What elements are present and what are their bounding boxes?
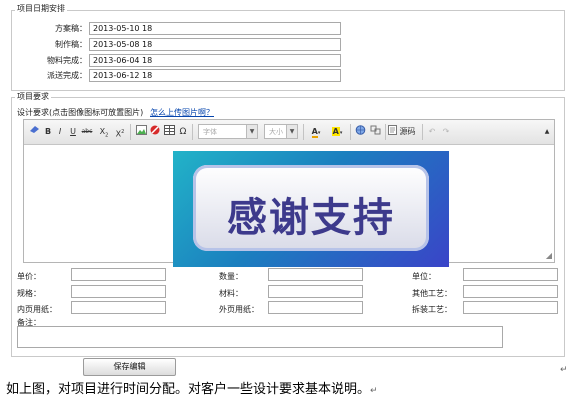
design-requirement-label: 设计要求(点击图像图标可放置图片) — [17, 108, 144, 117]
source-label: 源码 — [399, 127, 416, 136]
special-char-icon[interactable]: Ω — [177, 125, 189, 139]
underline-button[interactable]: U — [68, 125, 78, 139]
unit-label: 单位： — [412, 272, 436, 281]
toolbar-divider — [303, 124, 304, 140]
editor-toolbar: B I U abc X2 X2 Ω 字体 ▼ 大小 ▼ A▾ A▾ 源码 ↶ ↷… — [24, 120, 554, 145]
description-caption: 如上图，对项目进行时间分配。对客户一些设计要求基本说明。↵ — [6, 378, 378, 397]
toolbar-divider — [192, 124, 193, 140]
upload-help-link[interactable]: 怎么上传图片啊？ — [150, 107, 214, 118]
table-icon[interactable] — [163, 125, 175, 139]
paragraph-mark-icon: ↵ — [560, 365, 568, 375]
save-edit-button[interactable]: 保存编辑 — [83, 358, 176, 376]
link-icon[interactable] — [354, 125, 366, 139]
redo-icon[interactable]: ↷ — [440, 125, 452, 139]
banner-panel: 感谢支持 — [193, 165, 429, 251]
spec-input[interactable] — [71, 285, 166, 298]
other-process-input[interactable] — [463, 285, 558, 298]
font-family-value: 字体 — [203, 128, 217, 136]
outer-paper-label: 外页用纸： — [219, 305, 259, 314]
caption-text: 如上图，对项目进行时间分配。对客户一些设计要求基本说明。 — [6, 382, 371, 397]
requirements-legend: 项目要求 — [15, 91, 51, 102]
delivery-done-date-input[interactable] — [89, 69, 341, 82]
image-icon[interactable] — [135, 125, 147, 139]
draft-label: 制作稿： — [55, 40, 87, 49]
undo-icon[interactable]: ↶ — [426, 125, 438, 139]
quantity-input[interactable] — [268, 268, 363, 281]
unlink-icon[interactable] — [369, 125, 381, 139]
material-input[interactable] — [268, 285, 363, 298]
other-process-label: 其他工艺： — [412, 289, 452, 298]
font-family-select[interactable]: 字体 ▼ — [198, 124, 258, 139]
thanks-banner-image: 感谢支持 — [173, 151, 449, 267]
chevron-down-icon: ▼ — [286, 125, 297, 138]
unit-price-label: 单价： — [17, 272, 41, 281]
toolbar-divider — [385, 124, 386, 140]
resize-handle-icon[interactable]: ◢ — [546, 251, 552, 260]
toolbar-divider — [350, 124, 351, 140]
subscript-button[interactable]: X2 — [97, 125, 111, 139]
binding-process-input[interactable] — [463, 301, 558, 314]
delivery-done-label: 派送完成： — [47, 71, 87, 80]
banner-text: 感谢支持 — [227, 194, 395, 241]
proposal-date-input[interactable] — [89, 22, 341, 35]
toolbar-divider — [422, 124, 423, 140]
collapse-toolbar-icon[interactable]: ▲ — [542, 125, 552, 139]
strikethrough-button[interactable]: abc — [80, 125, 94, 139]
material-done-date-input[interactable] — [89, 54, 341, 67]
spec-label: 规格： — [17, 289, 41, 298]
outer-paper-input[interactable] — [268, 301, 363, 314]
material-label: 材料： — [219, 289, 243, 298]
eraser-icon[interactable] — [28, 125, 40, 139]
font-size-value: 大小 — [269, 128, 283, 136]
font-color-icon[interactable]: A▾ — [307, 125, 325, 139]
flash-icon[interactable] — [149, 125, 161, 139]
bold-button[interactable]: B — [43, 125, 53, 139]
schedule-legend: 项目日期安排 — [15, 3, 67, 14]
material-done-label: 物料完成： — [47, 56, 87, 65]
quantity-label: 数量： — [219, 272, 243, 281]
background-color-icon[interactable]: A▾ — [328, 125, 346, 139]
paragraph-mark-icon: ↵ — [370, 386, 378, 396]
chevron-down-icon: ▼ — [246, 125, 257, 138]
proposal-label: 方案稿： — [55, 24, 87, 33]
toolbar-divider — [130, 124, 131, 140]
italic-button[interactable]: I — [55, 125, 65, 139]
unit-price-input[interactable] — [71, 268, 166, 281]
source-button[interactable]: 源码 — [388, 125, 418, 139]
inner-paper-label: 内页用纸： — [17, 305, 57, 314]
unit-input[interactable] — [463, 268, 558, 281]
binding-process-label: 拆装工艺： — [412, 305, 452, 314]
draft-date-input[interactable] — [89, 38, 341, 51]
font-size-select[interactable]: 大小 ▼ — [264, 124, 298, 139]
superscript-button[interactable]: X2 — [113, 125, 127, 139]
inner-paper-input[interactable] — [71, 301, 166, 314]
remarks-textarea[interactable] — [17, 326, 503, 348]
